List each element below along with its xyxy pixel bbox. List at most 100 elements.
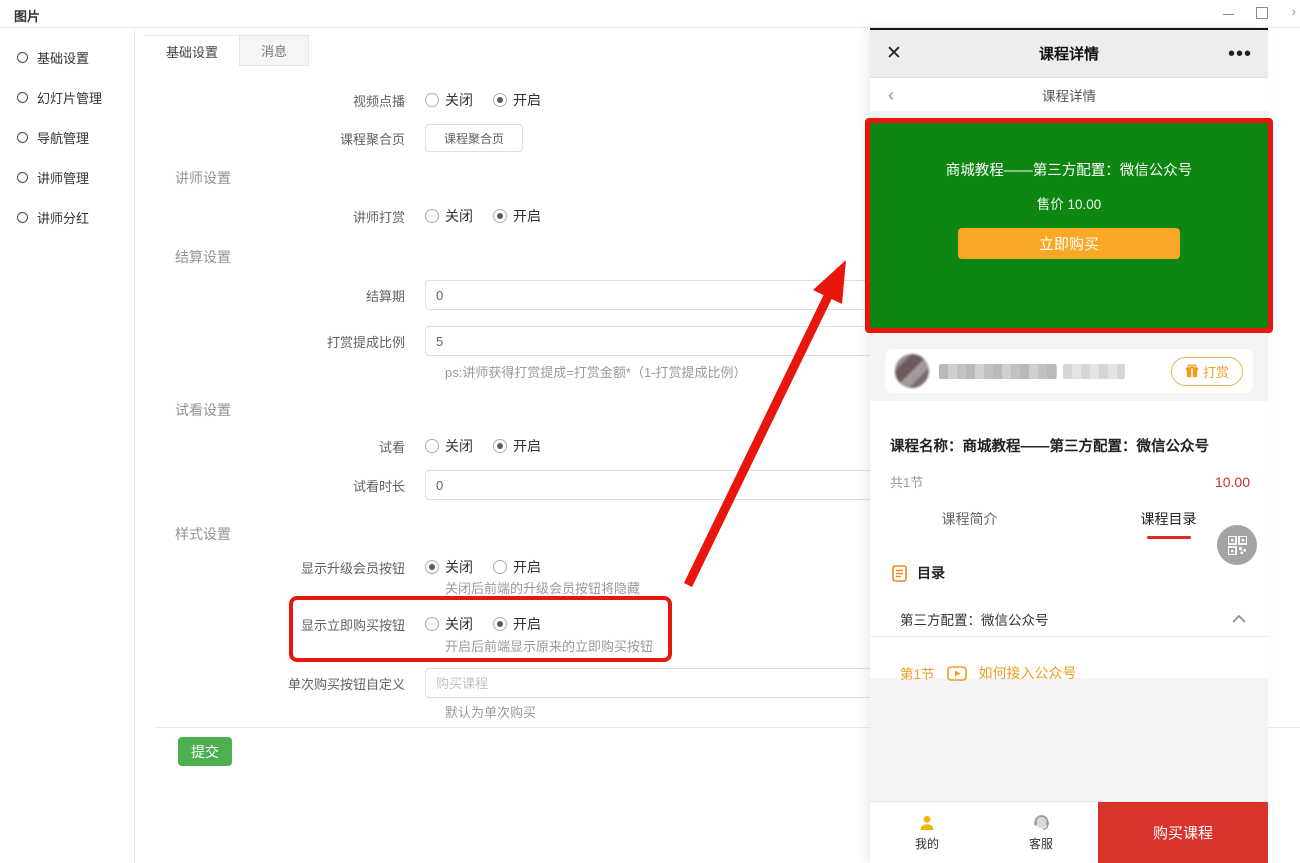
radio-icon[interactable] xyxy=(493,560,507,574)
catalog-header: 目录 xyxy=(892,563,945,583)
form-row-trial-duration: 试看时长 xyxy=(145,470,900,500)
subheader-title: 课程详情 xyxy=(870,85,1268,105)
preview-title: 课程详情 xyxy=(870,43,1268,64)
settlement-period-input[interactable] xyxy=(425,280,900,310)
radio-on[interactable]: 开启 xyxy=(493,436,541,456)
section-settlement-settings: 结算设置 xyxy=(175,247,231,267)
circle-icon xyxy=(17,172,28,183)
tab-basic-settings[interactable]: 基础设置 xyxy=(145,35,239,66)
mobile-preview-panel: ✕ 课程详情 ••• ‹ 课程详情 商城教程——第三方配置：微信公众号 售价 1… xyxy=(870,28,1268,863)
radio-selected-icon[interactable] xyxy=(425,560,439,574)
wechat-header: ✕ 课程详情 ••• xyxy=(870,30,1268,78)
more-icon[interactable]: ••• xyxy=(1228,50,1252,58)
course-name: 课程名称：商城教程——第三方配置：微信公众号 xyxy=(890,435,1209,456)
form-row-trial-watch: 试看 关闭 开启 xyxy=(145,436,561,456)
circle-icon xyxy=(17,132,28,143)
form-row-single-buy-custom: 单次购买按钮自定义 xyxy=(145,668,900,698)
chevron-right-icon[interactable]: › xyxy=(1291,3,1296,19)
blurred-username xyxy=(939,364,1125,379)
show-upgrade-help: 关闭后前端的升级会员按钮将隐藏 xyxy=(445,578,640,597)
circle-icon xyxy=(17,212,28,223)
banner-price: 售价 10.00 xyxy=(1037,193,1102,213)
section-trial-settings: 试看设置 xyxy=(175,400,231,420)
sidebar: 基础设置 幻灯片管理 导航管理 讲师管理 讲师分红 xyxy=(0,29,135,863)
catalog-title: 目录 xyxy=(917,563,945,583)
minimize-icon[interactable] xyxy=(1223,14,1234,15)
radio-icon[interactable] xyxy=(425,209,439,223)
bottombar-service[interactable]: 客服 xyxy=(984,802,1098,863)
annotation-banner-box: 商城教程——第三方配置：微信公众号 售价 10.00 立即购买 xyxy=(865,118,1273,333)
circle-icon xyxy=(17,52,28,63)
section-lecturer-settings: 讲师设置 xyxy=(175,168,231,188)
form-row-course-aggregation: 课程聚合页 课程聚合页 xyxy=(145,124,523,152)
radio-icon[interactable] xyxy=(425,617,439,631)
lesson-row[interactable]: 第1节 如何接入公众号 xyxy=(900,663,1077,683)
bottombar-mine[interactable]: 我的 xyxy=(870,802,984,863)
sidebar-item-slideshow[interactable]: 幻灯片管理 xyxy=(0,77,134,117)
qr-code-button[interactable] xyxy=(1217,525,1257,565)
user-icon xyxy=(918,814,936,832)
radio-off[interactable]: 关闭 xyxy=(425,614,473,634)
form-row-reward-ratio: 打赏提成比例 xyxy=(145,326,900,356)
buy-now-button[interactable]: 立即购买 xyxy=(958,228,1180,259)
course-banner: 商城教程——第三方配置：微信公众号 售价 10.00 立即购买 xyxy=(870,123,1268,328)
form-row-lecturer-reward: 讲师打赏 关闭 开启 xyxy=(145,206,561,226)
sidebar-item-navigation[interactable]: 导航管理 xyxy=(0,117,134,157)
radio-on[interactable]: 开启 xyxy=(493,557,541,577)
reward-ratio-input[interactable] xyxy=(425,326,900,356)
radio-off[interactable]: 关闭 xyxy=(425,90,473,110)
content-tabs: 基础设置 消息 xyxy=(145,35,309,66)
radio-selected-icon[interactable] xyxy=(493,93,507,107)
radio-off[interactable]: 关闭 xyxy=(425,206,473,226)
chapter-row[interactable]: 第三方配置：微信公众号 xyxy=(870,601,1268,637)
radio-off[interactable]: 关闭 xyxy=(425,557,473,577)
radio-on[interactable]: 开启 xyxy=(493,90,541,110)
radio-on[interactable]: 开启 xyxy=(493,206,541,226)
document-icon xyxy=(892,565,907,582)
radio-on[interactable]: 开启 xyxy=(493,614,541,634)
radio-selected-icon[interactable] xyxy=(493,617,507,631)
back-icon[interactable]: ‹ xyxy=(888,86,894,104)
avatar xyxy=(895,354,929,388)
tab-course-intro[interactable]: 课程简介 xyxy=(870,509,1069,539)
headset-icon xyxy=(1032,814,1051,832)
lesson-title: 如何接入公众号 xyxy=(979,663,1077,683)
reward-ratio-help: ps:讲师获得打赏提成=打赏金额*（1-打赏提成比例） xyxy=(445,362,747,381)
section-style-settings: 样式设置 xyxy=(175,524,231,544)
radio-icon[interactable] xyxy=(425,439,439,453)
circle-icon xyxy=(17,92,28,103)
lesson-count: 共1节 xyxy=(890,472,923,491)
single-buy-help: 默认为单次购买 xyxy=(445,702,536,721)
form-row-settlement-period: 结算期 xyxy=(145,280,900,310)
trial-duration-input[interactable] xyxy=(425,470,900,500)
banner-course-title: 商城教程——第三方配置：微信公众号 xyxy=(946,159,1193,180)
submit-button[interactable]: 提交 xyxy=(178,737,232,766)
radio-selected-icon[interactable] xyxy=(493,209,507,223)
chevron-up-icon[interactable] xyxy=(1232,614,1246,623)
radio-off[interactable]: 关闭 xyxy=(425,436,473,456)
maximize-icon[interactable] xyxy=(1256,7,1268,19)
radio-selected-icon[interactable] xyxy=(493,439,507,453)
qr-code-icon xyxy=(1228,536,1247,555)
reward-button[interactable]: 打赏 xyxy=(1171,357,1243,386)
video-play-icon xyxy=(947,666,967,681)
lesson-index: 第1节 xyxy=(900,663,935,683)
active-tab-underline xyxy=(1147,536,1191,539)
course-price: 10.00 xyxy=(1215,474,1250,490)
radio-icon[interactable] xyxy=(425,93,439,107)
count-price-row: 共1节 10.00 xyxy=(890,472,1250,491)
page-subheader: ‹ 课程详情 xyxy=(870,78,1268,111)
sidebar-item-basic-settings[interactable]: 基础设置 xyxy=(0,37,134,77)
course-aggregation-button[interactable]: 课程聚合页 xyxy=(425,124,523,152)
single-buy-custom-input[interactable] xyxy=(425,668,900,698)
buy-course-button[interactable]: 购买课程 xyxy=(1098,802,1268,863)
sidebar-item-lecturer-dividend[interactable]: 讲师分红 xyxy=(0,197,134,237)
mobile-bottom-bar: 我的 客服 购买课程 xyxy=(870,801,1268,863)
tab-messages[interactable]: 消息 xyxy=(239,35,309,66)
course-tabs: 课程简介 课程目录 xyxy=(870,509,1268,539)
sidebar-item-lecturer-manage[interactable]: 讲师管理 xyxy=(0,157,134,197)
form-row-show-upgrade-button: 显示升级会员按钮 关闭 开启 xyxy=(145,557,561,577)
lecturer-card: 打赏 xyxy=(885,349,1253,393)
close-icon[interactable]: ✕ xyxy=(886,44,902,63)
show-buy-help: 开启后前端显示原来的立即购买按钮 xyxy=(445,636,653,655)
